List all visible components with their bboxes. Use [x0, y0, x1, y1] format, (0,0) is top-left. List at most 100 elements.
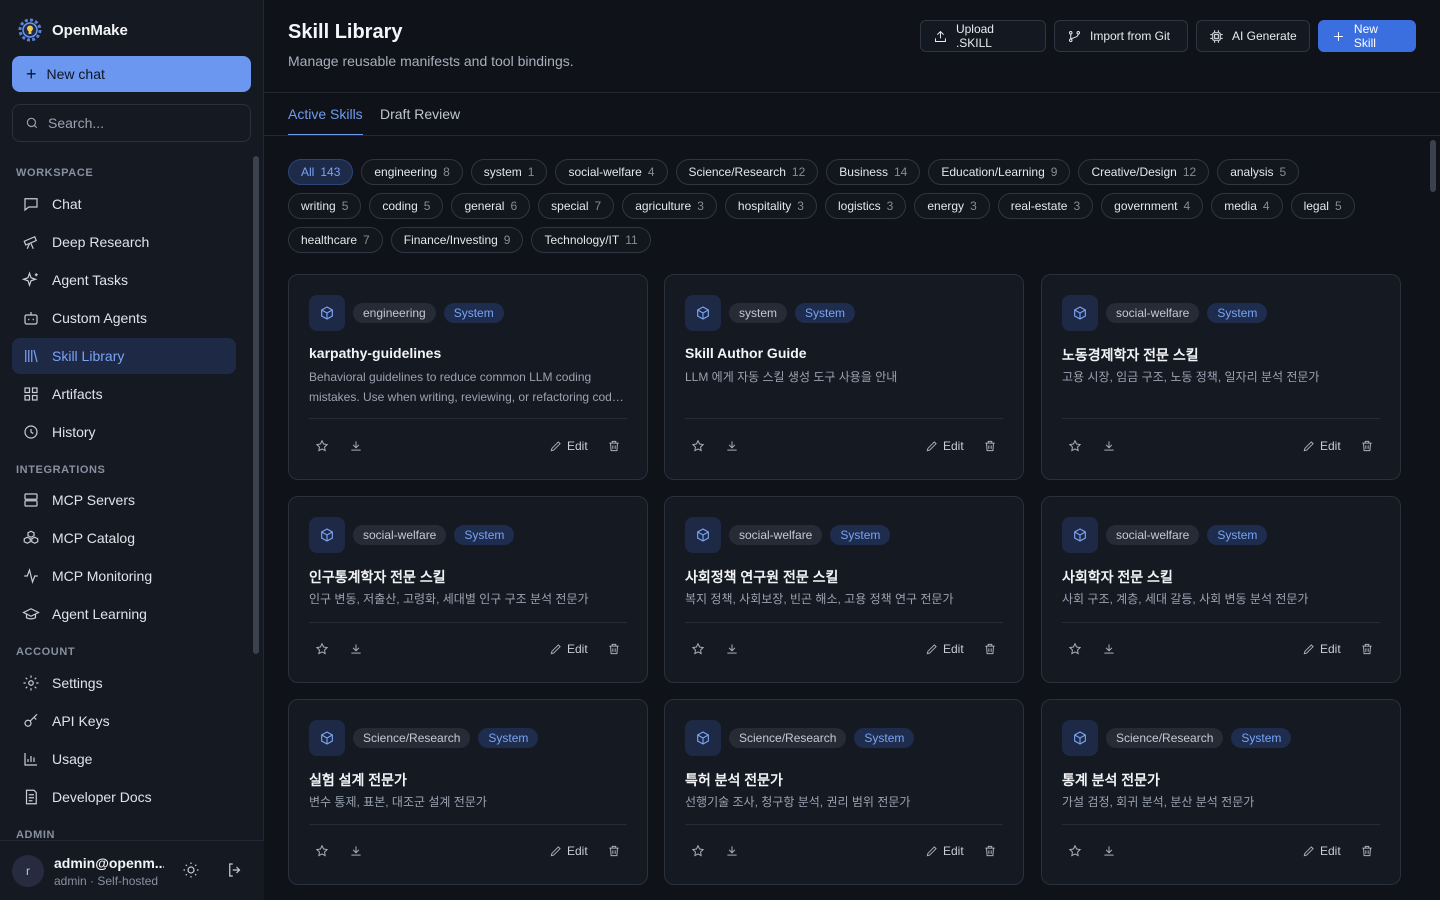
edit-button[interactable]: Edit [1302, 842, 1341, 860]
favorite-button[interactable] [1068, 842, 1082, 860]
filter-chip[interactable]: Technology/IT 11 [531, 227, 651, 253]
sidebar-item-chat[interactable]: Chat [12, 186, 236, 222]
import-git-button[interactable]: Import from Git [1054, 20, 1188, 52]
tab-draft-review[interactable]: Draft Review [380, 106, 460, 136]
tag-row: social-welfare System [353, 525, 515, 545]
download-button[interactable] [725, 640, 739, 658]
download-button[interactable] [1102, 842, 1116, 860]
filter-chip[interactable]: engineering 8 [361, 159, 463, 185]
favorite-button[interactable] [691, 842, 705, 860]
filter-chip[interactable]: Business 14 [826, 159, 921, 185]
download-button[interactable] [1102, 640, 1116, 658]
filter-chip[interactable]: media 4 [1211, 193, 1283, 219]
delete-button[interactable] [1360, 437, 1374, 455]
filter-chip[interactable]: government 4 [1101, 193, 1204, 219]
delete-button[interactable] [1360, 842, 1374, 860]
filter-chip[interactable]: legal 5 [1290, 193, 1355, 219]
sidebar-item-settings[interactable]: Settings [12, 665, 236, 701]
delete-button[interactable] [983, 842, 997, 860]
download-button[interactable] [349, 842, 363, 860]
filter-chip[interactable]: real-estate 3 [997, 193, 1094, 219]
skill-card[interactable]: social-welfare System 노동경제학자 전문 스킬 고용 시장… [1041, 274, 1401, 480]
skill-card[interactable]: social-welfare System 사회정책 연구원 전문 스킬 복지 … [664, 496, 1024, 683]
filter-chip[interactable]: Creative/Design 12 [1078, 159, 1210, 185]
new-chat-button[interactable]: + New chat [12, 56, 251, 92]
sidebar-item-api-keys[interactable]: API Keys [12, 703, 236, 739]
sidebar-item-deep-research[interactable]: Deep Research [12, 224, 236, 260]
delete-button[interactable] [607, 842, 621, 860]
skill-card[interactable]: social-welfare System 인구통계학자 전문 스킬 인구 변동… [288, 496, 648, 683]
edit-button[interactable]: Edit [1302, 640, 1341, 658]
skill-card[interactable]: Science/Research System 통계 분석 전문가 가설 검정,… [1041, 699, 1401, 885]
filter-chip[interactable]: Science/Research 12 [675, 159, 819, 185]
sidebar-item-developer-docs[interactable]: Developer Docs [12, 779, 236, 815]
filter-chip[interactable]: agriculture 3 [622, 193, 717, 219]
skill-card[interactable]: system System Skill Author Guide LLM 에게 … [664, 274, 1024, 480]
sidebar-item-custom-agents[interactable]: Custom Agents [12, 300, 236, 336]
sidebar-scrollbar[interactable] [253, 156, 259, 654]
sidebar-item-skill-library[interactable]: Skill Library [12, 338, 236, 374]
sidebar-item-mcp-catalog[interactable]: MCP Catalog [12, 520, 236, 556]
ai-generate-button[interactable]: AI Generate [1196, 20, 1310, 52]
favorite-button[interactable] [315, 640, 329, 658]
edit-button[interactable]: Edit [549, 640, 588, 658]
theme-toggle-button[interactable] [182, 861, 202, 881]
edit-button[interactable]: Edit [549, 437, 588, 455]
favorite-button[interactable] [315, 842, 329, 860]
download-button[interactable] [725, 842, 739, 860]
delete-button[interactable] [607, 640, 621, 658]
sidebar-item-usage[interactable]: Usage [12, 741, 236, 777]
edit-button[interactable]: Edit [549, 842, 588, 860]
delete-button[interactable] [1360, 640, 1374, 658]
avatar[interactable]: r [12, 855, 44, 887]
download-button[interactable] [725, 437, 739, 455]
brand[interactable]: OpenMake [16, 15, 128, 45]
sidebar-item-agent-learning[interactable]: Agent Learning [12, 596, 236, 632]
edit-button[interactable]: Edit [925, 640, 964, 658]
filter-chip[interactable]: Education/Learning 9 [928, 159, 1071, 185]
sidebar-item-history[interactable]: History [12, 414, 236, 450]
filter-chip[interactable]: social-welfare 4 [555, 159, 668, 185]
tab-active-skills[interactable]: Active Skills [288, 106, 363, 136]
sidebar-item-agent-tasks[interactable]: Agent Tasks [12, 262, 236, 298]
filter-chip[interactable]: system 1 [470, 159, 548, 185]
upload-skill-button[interactable]: Upload .SKILL [920, 20, 1046, 52]
filter-chip[interactable]: healthcare 7 [288, 227, 383, 253]
edit-button[interactable]: Edit [925, 842, 964, 860]
favorite-button[interactable] [315, 437, 329, 455]
filter-chip[interactable]: analysis 5 [1217, 159, 1300, 185]
favorite-button[interactable] [691, 640, 705, 658]
favorite-button[interactable] [1068, 437, 1082, 455]
edit-button[interactable]: Edit [925, 437, 964, 455]
download-button[interactable] [1102, 437, 1116, 455]
download-button[interactable] [349, 437, 363, 455]
filter-chip[interactable]: coding 5 [369, 193, 444, 219]
filter-chip[interactable]: general 6 [451, 193, 531, 219]
filter-chip[interactable]: All 143 [288, 159, 354, 185]
filter-chip[interactable]: logistics 3 [824, 193, 907, 219]
skill-card[interactable]: social-welfare System 사회학자 전문 스킬 사회 구조, … [1041, 496, 1401, 683]
skill-card[interactable]: engineering System karpathy-guidelines B… [288, 274, 648, 480]
filter-chip[interactable]: energy 3 [914, 193, 990, 219]
sidebar-item-mcp-monitoring[interactable]: MCP Monitoring [12, 558, 236, 594]
download-button[interactable] [349, 640, 363, 658]
new-skill-button[interactable]: New Skill [1318, 20, 1416, 52]
delete-button[interactable] [983, 640, 997, 658]
logout-button[interactable] [226, 861, 246, 881]
sidebar-item-mcp-servers[interactable]: MCP Servers [12, 482, 236, 518]
filter-chip[interactable]: Finance/Investing 9 [390, 227, 524, 253]
filter-chip[interactable]: writing 5 [288, 193, 362, 219]
sidebar-item-artifacts[interactable]: Artifacts [12, 376, 236, 412]
search-input[interactable]: Search... [12, 104, 251, 142]
favorite-button[interactable] [1068, 640, 1082, 658]
edit-button[interactable]: Edit [1302, 437, 1341, 455]
skill-card[interactable]: Science/Research System 특허 분석 전문가 선행기술 조… [664, 699, 1024, 885]
favorite-button[interactable] [691, 437, 705, 455]
filter-chip[interactable]: hospitality 3 [724, 193, 817, 219]
filter-chip[interactable]: special 7 [538, 193, 615, 219]
filter-chip-count: 4 [1183, 199, 1191, 213]
main-scrollbar[interactable] [1430, 140, 1436, 192]
delete-button[interactable] [607, 437, 621, 455]
skill-card[interactable]: Science/Research System 실험 설계 전문가 변수 통제,… [288, 699, 648, 885]
delete-button[interactable] [983, 437, 997, 455]
